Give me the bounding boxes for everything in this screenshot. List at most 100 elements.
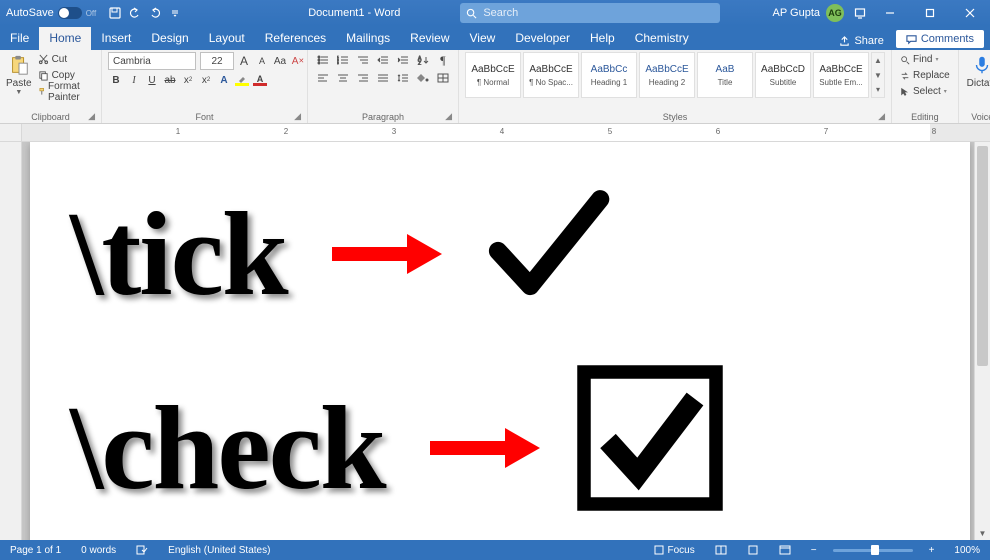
save-icon[interactable] <box>106 4 124 22</box>
autosave-toggle[interactable] <box>58 7 82 19</box>
find-button[interactable]: Find▾ <box>898 52 952 67</box>
page[interactable]: \tick \check <box>30 142 970 540</box>
align-left-button[interactable] <box>314 70 332 86</box>
text-effects-button[interactable]: A <box>216 72 232 88</box>
undo-icon[interactable] <box>126 4 144 22</box>
select-button[interactable]: Select▾ <box>898 84 952 99</box>
show-marks-button[interactable]: ¶ <box>434 52 452 68</box>
tab-review[interactable]: Review <box>400 27 459 50</box>
style-item-6[interactable]: AaBbCcESubtle Em... <box>813 52 869 98</box>
italic-button[interactable]: I <box>126 72 142 88</box>
style-preview: AaBbCcE <box>819 64 862 75</box>
dictate-button[interactable]: Dictate <box>965 52 990 89</box>
autosave[interactable]: AutoSave Off <box>0 7 102 19</box>
tab-references[interactable]: References <box>255 27 336 50</box>
highlight-color-button[interactable] <box>234 72 250 88</box>
styles-launcher-icon[interactable]: ◢ <box>878 111 885 122</box>
justify-button[interactable] <box>374 70 392 86</box>
horizontal-ruler[interactable]: 12345678 <box>0 124 990 142</box>
qat-more-icon[interactable] <box>166 4 184 22</box>
tab-file[interactable]: File <box>0 27 39 50</box>
sort-button[interactable]: AZ <box>414 52 432 68</box>
bullets-button[interactable] <box>314 52 332 68</box>
tab-home[interactable]: Home <box>39 27 91 50</box>
align-center-button[interactable] <box>334 70 352 86</box>
status-words[interactable]: 0 words <box>77 543 120 558</box>
user-account[interactable]: AP Gupta AG <box>767 4 851 22</box>
scroll-down-icon[interactable]: ▼ <box>975 526 990 540</box>
change-case-button[interactable]: Aa <box>272 53 288 69</box>
align-right-button[interactable] <box>354 70 372 86</box>
tab-layout[interactable]: Layout <box>199 27 255 50</box>
styles-group-label: Styles <box>663 112 688 122</box>
line-spacing-button[interactable] <box>394 70 412 86</box>
paste-button[interactable]: Paste ▼ <box>6 52 32 96</box>
zoom-thumb[interactable] <box>871 545 879 555</box>
numbering-button[interactable]: 123 <box>334 52 352 68</box>
ribbon: Paste ▼ Cut Copy Format Painter Clipboar… <box>0 50 990 124</box>
focus-icon <box>654 545 664 555</box>
shrink-font-button[interactable]: A <box>254 53 270 69</box>
font-color-button[interactable]: A <box>252 72 268 88</box>
status-focus[interactable]: Focus <box>650 543 699 558</box>
font-name-combo[interactable]: Cambria <box>108 52 196 70</box>
zoom-level[interactable]: 100% <box>950 543 984 558</box>
search-input[interactable] <box>483 7 714 19</box>
style-item-2[interactable]: AaBbCcHeading 1 <box>581 52 637 98</box>
format-painter-button[interactable]: Format Painter <box>36 84 95 99</box>
tab-chemistry[interactable]: Chemistry <box>625 27 699 50</box>
tab-design[interactable]: Design <box>141 27 198 50</box>
zoom-slider[interactable] <box>833 549 913 552</box>
tab-view[interactable]: View <box>460 27 506 50</box>
bold-button[interactable]: B <box>108 72 124 88</box>
style-item-3[interactable]: AaBbCcEHeading 2 <box>639 52 695 98</box>
tab-insert[interactable]: Insert <box>91 27 141 50</box>
close-button[interactable] <box>950 0 990 26</box>
styles-expand-icon[interactable]: ▾ <box>872 82 884 97</box>
maximize-button[interactable] <box>910 0 950 26</box>
ribbon-display-options-icon[interactable] <box>850 7 870 19</box>
zoom-out-button[interactable]: − <box>807 543 821 558</box>
vertical-scrollbar[interactable]: ▲ ▼ <box>974 142 990 540</box>
underline-button[interactable]: U <box>144 72 160 88</box>
view-web-layout-icon[interactable] <box>775 543 795 557</box>
strikethrough-button[interactable]: ab <box>162 72 178 88</box>
shading-button[interactable] <box>414 70 432 86</box>
style-item-4[interactable]: AaBTitle <box>697 52 753 98</box>
view-read-mode-icon[interactable] <box>711 543 731 557</box>
decrease-indent-button[interactable] <box>374 52 392 68</box>
superscript-button[interactable]: x2 <box>198 72 214 88</box>
cut-button[interactable]: Cut <box>36 52 95 67</box>
status-page[interactable]: Page 1 of 1 <box>6 543 65 558</box>
search-box[interactable] <box>460 3 720 23</box>
share-button[interactable]: Share <box>829 32 893 50</box>
status-language[interactable]: English (United States) <box>164 543 274 558</box>
styles-scroll-up-icon[interactable]: ▲ <box>872 53 884 68</box>
style-item-5[interactable]: AaBbCcDSubtitle <box>755 52 811 98</box>
style-item-1[interactable]: AaBbCcE¶ No Spac... <box>523 52 579 98</box>
tab-help[interactable]: Help <box>580 27 625 50</box>
tab-developer[interactable]: Developer <box>505 27 580 50</box>
subscript-button[interactable]: x2 <box>180 72 196 88</box>
minimize-button[interactable] <box>870 0 910 26</box>
grow-font-button[interactable]: A <box>236 53 252 69</box>
increase-indent-button[interactable] <box>394 52 412 68</box>
paragraph-launcher-icon[interactable]: ◢ <box>445 111 452 122</box>
clipboard-launcher-icon[interactable]: ◢ <box>88 111 95 122</box>
replace-button[interactable]: Replace <box>898 68 952 83</box>
borders-button[interactable] <box>434 70 452 86</box>
clear-formatting-button[interactable]: A✕ <box>290 53 306 69</box>
view-print-layout-icon[interactable] <box>743 543 763 557</box>
comments-button[interactable]: Comments <box>896 30 984 48</box>
font-size-combo[interactable]: 22 <box>200 52 234 70</box>
scroll-thumb[interactable] <box>977 146 988 366</box>
status-spellcheck-icon[interactable] <box>132 543 152 557</box>
tab-mailings[interactable]: Mailings <box>336 27 400 50</box>
font-launcher-icon[interactable]: ◢ <box>294 111 301 122</box>
style-item-0[interactable]: AaBbCcE¶ Normal <box>465 52 521 98</box>
vertical-ruler[interactable] <box>0 142 22 540</box>
zoom-in-button[interactable]: + <box>925 543 939 558</box>
redo-icon[interactable] <box>146 4 164 22</box>
multilevel-list-button[interactable] <box>354 52 372 68</box>
styles-scroll-down-icon[interactable]: ▼ <box>872 68 884 83</box>
